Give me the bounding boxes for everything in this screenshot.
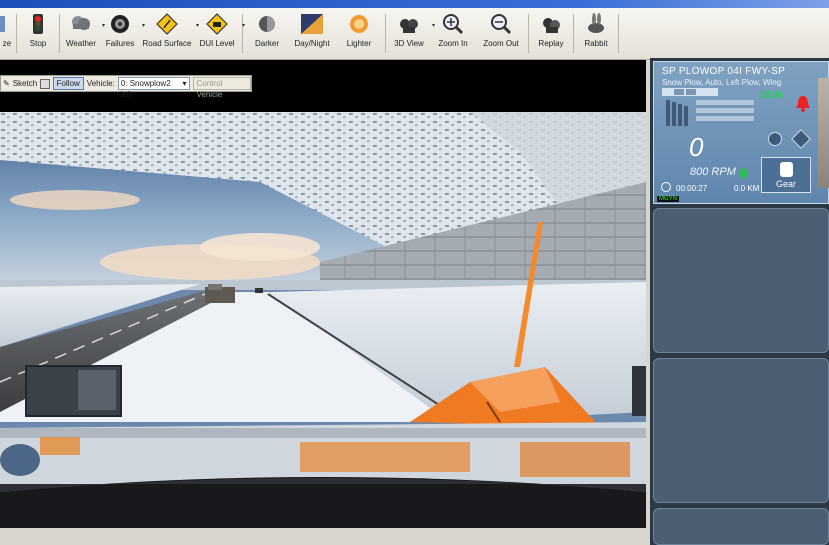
day-night-icon <box>300 12 324 36</box>
speed-readout: 0 <box>689 132 704 162</box>
rabbit-button[interactable]: Rabbit <box>576 8 616 59</box>
clock-icon <box>661 182 671 192</box>
zoom-out-button[interactable]: Zoom Out <box>476 8 526 59</box>
sketch-toggle[interactable]: Sketch <box>13 79 37 88</box>
rabbit-icon <box>584 12 608 36</box>
signal-indicator: SGN <box>760 90 782 101</box>
freeze-button[interactable]: ze <box>0 8 14 59</box>
pencil-icon: ✎ <box>3 79 10 88</box>
chevron-down-icon: ▾ <box>182 79 187 88</box>
gear-indicator: Gear <box>761 157 811 193</box>
road-surface-button[interactable]: Road Surface ▾ <box>140 8 199 59</box>
lighter-button[interactable]: Lighter <box>335 8 383 59</box>
weather-icon <box>69 12 93 36</box>
vehicle-label: Vehicle: <box>86 79 115 88</box>
replay-icon <box>539 12 563 36</box>
failures-button[interactable]: Failures ▾ <box>100 8 145 59</box>
vehicle-select-value: 0: Snowplow2 left <box>120 79 171 99</box>
throttle-gauge-bars <box>662 88 754 126</box>
3d-view-icon <box>397 12 421 36</box>
empty-panel-slot-1[interactable] <box>653 208 829 353</box>
stop-icon <box>26 12 50 36</box>
stop-button[interactable]: Stop <box>19 8 57 59</box>
scenario-title: SP PLOWOP 04I FWY-SP <box>662 66 786 77</box>
vehicle-info-panel: SP PLOWOP 04I FWY-SP Snow Plow, Auto, Le… <box>650 58 829 545</box>
control-vehicle-button: Control Vehicle <box>192 77 251 99</box>
gear-value <box>780 162 793 177</box>
status-code: MGYN <box>657 196 679 202</box>
brake-gauge-icon <box>768 132 782 146</box>
road-surface-icon <box>155 12 179 36</box>
zoom-in-button[interactable]: Zoom In <box>430 8 476 59</box>
weather-button[interactable]: Weather ▾ <box>62 8 105 59</box>
vehicle-control-bar: ✎ Sketch Follow Vehicle: 0: Snowplow2 le… <box>0 75 252 99</box>
alarm-bell-icon <box>796 96 810 112</box>
zoom-out-icon <box>489 12 513 36</box>
lighter-icon <box>347 12 371 36</box>
camera-icon[interactable] <box>40 78 50 89</box>
vehicle-description: Snow Plow, Auto, Left Plow, Wing <box>662 78 782 87</box>
dui-level-icon <box>205 12 229 36</box>
empty-panel-slot-3[interactable] <box>653 508 829 545</box>
eco-leaf-icon <box>740 168 747 179</box>
window-title-strip <box>0 0 829 8</box>
darker-icon <box>255 12 279 36</box>
steering-gauge-icon <box>791 129 811 149</box>
status-bar <box>0 528 646 545</box>
simulation-3d-view[interactable] <box>0 112 646 528</box>
follow-button[interactable]: Follow <box>52 77 84 90</box>
instrument-cluster: SP PLOWOP 04I FWY-SP Snow Plow, Auto, Le… <box>653 61 829 204</box>
dui-level-button[interactable]: DUI Level ▾ <box>194 8 245 59</box>
main-toolbar: ze Stop Weather ▾ Failures ▾ Road Surfac… <box>0 8 829 60</box>
freeze-icon <box>0 12 14 36</box>
darker-button[interactable]: Darker <box>245 8 289 59</box>
3d-view-button[interactable]: 3D View ▾ <box>388 8 435 59</box>
failures-icon <box>108 12 132 36</box>
driver-view-scene <box>0 112 646 528</box>
rpm-readout: 800 RPM <box>690 166 736 178</box>
elapsed-time: 00:00:27 <box>676 184 708 193</box>
gear-label: Gear <box>775 179 796 189</box>
vehicle-select[interactable]: 0: Snowplow2 left ▾ <box>117 77 190 99</box>
replay-button[interactable]: Replay <box>531 8 571 59</box>
empty-panel-slot-2[interactable] <box>653 358 829 503</box>
side-photo-strip <box>818 78 829 188</box>
zoom-in-icon <box>441 12 465 36</box>
day-night-button[interactable]: Day/Night <box>289 8 335 59</box>
distance-readout: 0.0 KM <box>734 184 760 193</box>
